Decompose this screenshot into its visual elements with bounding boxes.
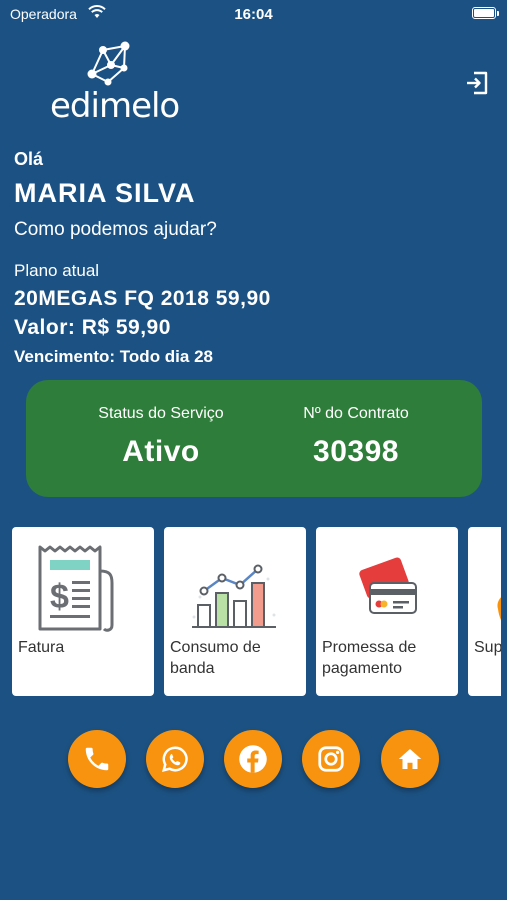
instagram-button[interactable]	[302, 730, 360, 788]
service-status-label: Status do Serviço	[98, 405, 224, 422]
menu-card-payment-promise[interactable]: Promessa de pagamento	[316, 527, 458, 696]
service-menu-carousel[interactable]: $ Fatura Consumo de banda Promessa de pa…	[0, 527, 501, 697]
battery-tip	[497, 11, 499, 16]
battery-icon	[472, 7, 496, 19]
menu-card-bandwidth[interactable]: Consumo de banda	[164, 527, 306, 696]
plan-price: Valor: R$ 59,90	[14, 316, 171, 339]
help-question: Como podemos ajudar?	[14, 219, 217, 240]
facebook-button[interactable]	[224, 730, 282, 788]
support-icon	[497, 597, 501, 621]
contract-number: Nº do Contrato 30398	[256, 405, 456, 469]
plan-due-date: Vencimento: Todo dia 28	[14, 347, 213, 366]
invoice-icon: $	[38, 545, 114, 632]
bandwidth-chart-icon	[192, 564, 276, 628]
phone-button[interactable]	[68, 730, 126, 788]
service-status-value: Ativo	[122, 435, 200, 468]
greeting-hello: Olá	[14, 149, 44, 169]
status-bar: Operadora 16:04	[0, 0, 507, 28]
credit-card-icon	[359, 557, 417, 614]
whatsapp-icon	[162, 746, 188, 772]
contract-number-label: Nº do Contrato	[303, 405, 409, 422]
home-icon	[398, 749, 422, 769]
menu-card-invoice[interactable]: $ Fatura	[12, 527, 154, 696]
plan-name: 20MEGAS FQ 2018 59,90	[14, 287, 271, 310]
plan-label: Plano atual	[14, 261, 100, 280]
home-button[interactable]	[381, 730, 439, 788]
menu-card-label: Fatura	[18, 639, 65, 656]
svg-text:$: $	[50, 578, 69, 616]
menu-card-label: Consumo de banda	[170, 639, 261, 677]
service-status-card: Status do Serviço Ativo Nº do Contrato 3…	[26, 380, 482, 497]
menu-card-label: Sup	[474, 639, 501, 656]
facebook-icon	[239, 745, 267, 773]
phone-icon	[85, 747, 109, 771]
service-status: Status do Serviço Ativo	[66, 405, 256, 469]
brand-logo-text: edimelo	[50, 86, 180, 126]
menu-card-support[interactable]: Sup	[468, 527, 501, 696]
instagram-icon	[318, 746, 344, 772]
user-name: MARIA SILVA	[14, 178, 196, 208]
contract-number-value: 30398	[313, 435, 399, 468]
menu-card-label: Promessa de pagamento	[322, 639, 417, 677]
clock: 16:04	[234, 6, 273, 23]
logout-icon[interactable]	[464, 70, 490, 96]
whatsapp-button[interactable]	[146, 730, 204, 788]
